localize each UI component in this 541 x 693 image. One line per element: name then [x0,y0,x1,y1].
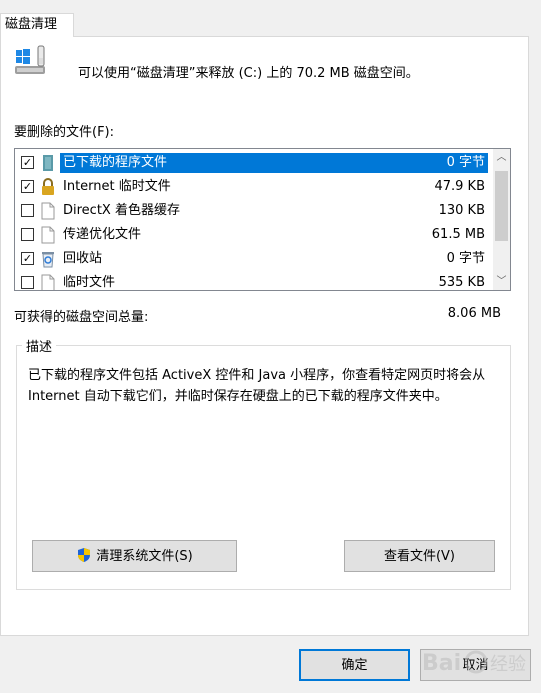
item-checkbox[interactable]: ✓ [21,180,34,193]
file-icon [40,274,56,290]
view-files-button[interactable]: 查看文件(V) [344,540,495,572]
scroll-down-icon[interactable]: ﹀ [493,273,510,290]
item-name: 传递优化文件 [63,227,142,242]
item-name: 临时文件 [63,275,116,290]
list-item[interactable]: ✓ 已下载的程序文件 0 字节 [15,151,493,175]
list-item[interactable]: ✓ Internet 临时文件 47.9 KB [15,175,493,199]
svg-text:Bai: Bai [422,651,461,676]
item-size: 535 KB [438,275,485,290]
lock-icon [40,178,56,196]
item-checkbox[interactable] [21,228,34,241]
item-size: 61.5 MB [431,227,485,242]
scroll-up-icon[interactable]: ︿ [493,149,510,166]
item-size: 0 字节 [446,251,485,266]
program-files-icon [40,154,56,172]
item-size: 130 KB [438,203,485,218]
clean-system-files-label: 清理系统文件(S) [96,549,193,564]
disk-cleanup-icon [15,45,45,74]
item-size: 47.9 KB [434,179,485,194]
baidu-watermark-logo: Bai 经验 [422,650,526,676]
file-icon [40,202,56,220]
list-item[interactable]: ✓ 回收站 0 字节 [15,247,493,271]
recycle-bin-icon [40,250,56,268]
item-name: 已下载的程序文件 [60,153,171,173]
files-listbox[interactable]: 临时文件 535 KB ✓ 回收站 0 字节 传递优化文件 61.5 MB DirectX 着… [14,148,511,291]
list-item[interactable]: 传递优化文件 61.5 MB [15,223,493,247]
scroll-thumb[interactable] [495,171,508,241]
list-item[interactable]: 临时文件 535 KB [15,271,493,290]
list-item[interactable]: DirectX 着色器缓存 130 KB [15,199,493,223]
total-space-value: 8.06 MB [447,306,501,321]
item-name: DirectX 着色器缓存 [63,203,180,218]
total-space-label: 可获得的磁盘空间总量: [14,310,149,325]
item-name: 回收站 [63,251,103,266]
clean-system-files-button[interactable]: 清理系统文件(S) [32,540,237,572]
item-checkbox[interactable]: ✓ [21,156,34,169]
item-checkbox[interactable] [21,276,34,289]
svg-text:经验: 经验 [490,654,526,675]
header-text: 可以使用“磁盘清理”来释放 (C:) 上的 70.2 MB 磁盘空间。 [78,66,419,81]
item-checkbox[interactable] [21,204,34,217]
file-icon [40,226,56,244]
tab-disk-cleanup[interactable]: 磁盘清理 [0,13,74,37]
description-text: 已下载的程序文件包括 ActiveX 控件和 Java 小程序，你查看特定网页时… [28,368,486,404]
shield-icon [78,548,91,562]
item-size: 0 字节 [446,155,485,170]
description-title: 描述 [22,336,57,355]
ok-button[interactable]: 确定 [299,649,410,681]
item-name: Internet 临时文件 [63,179,171,194]
item-checkbox[interactable]: ✓ [21,252,34,265]
files-to-delete-label: 要删除的文件(F): [14,125,115,140]
list-scrollbar[interactable]: ︿ ﹀ [493,149,510,290]
